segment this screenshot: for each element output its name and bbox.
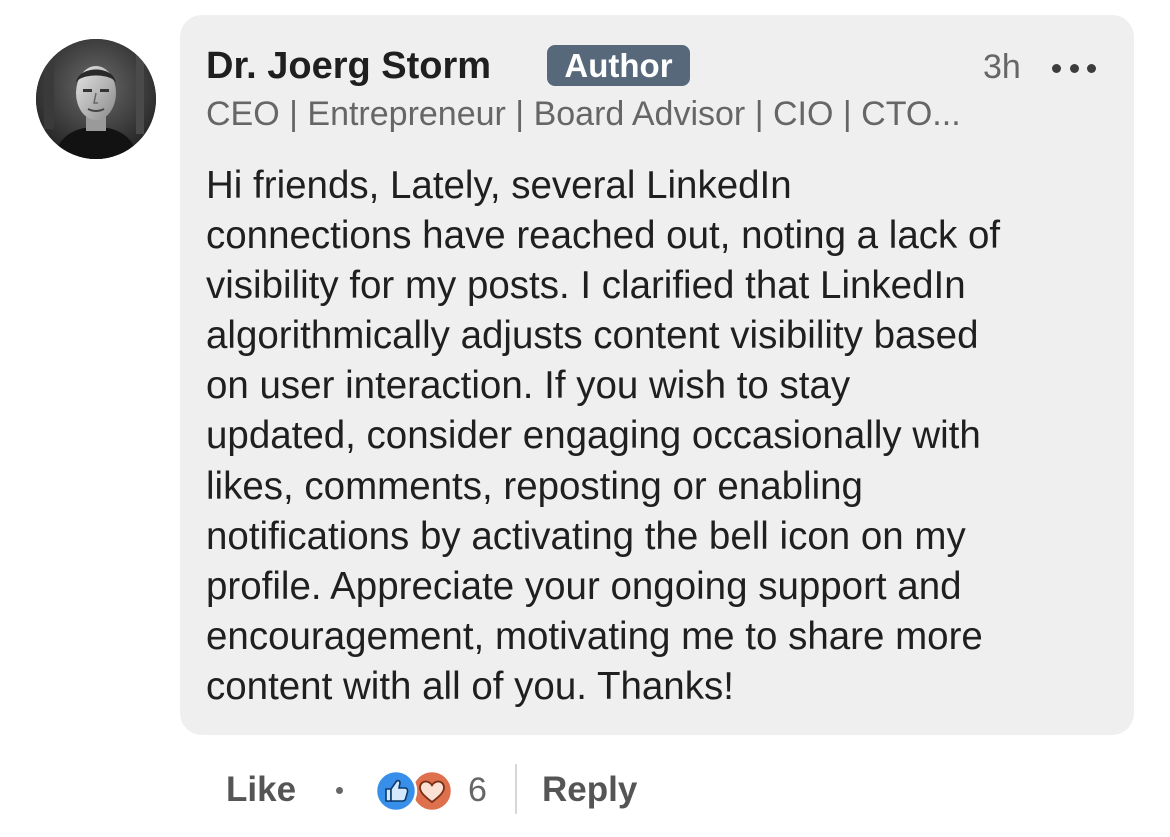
more-dot bbox=[1087, 63, 1096, 73]
comment-timestamp: 3h bbox=[983, 48, 1021, 86]
comment-body-line: connections have reached out, noting a l… bbox=[206, 214, 1001, 258]
comment-body-line: updated, consider engaging occasionally … bbox=[206, 414, 981, 458]
reactions-summary[interactable] bbox=[374, 769, 456, 813]
comment-body-line: visibility for my posts. I clarified tha… bbox=[206, 264, 966, 308]
reaction-count[interactable]: 6 bbox=[468, 770, 487, 810]
comment-body-line: on user interaction. If you wish to stay bbox=[206, 364, 851, 408]
comment-container: Dr. Joerg Storm Author 3h CEO | Entrepre… bbox=[0, 0, 1170, 837]
avatar-photo bbox=[36, 39, 156, 159]
separator-dot bbox=[336, 787, 343, 794]
more-dot bbox=[1052, 63, 1061, 73]
author-badge: Author bbox=[547, 45, 690, 86]
author-headline: CEO | Entrepreneur | Board Advisor | CIO… bbox=[206, 95, 961, 133]
comment-body-line: profile. Appreciate your ongoing support… bbox=[206, 564, 962, 608]
like-button[interactable]: Like bbox=[226, 770, 296, 810]
author-avatar[interactable] bbox=[36, 39, 156, 159]
actions-divider bbox=[515, 764, 517, 814]
comment-body: Hi friends, Lately, several LinkedIn con… bbox=[206, 161, 1126, 712]
comment-body-line: Hi friends, Lately, several LinkedIn bbox=[206, 164, 792, 207]
comment-body-line: content with all of you. Thanks! bbox=[206, 664, 734, 708]
more-options-icon[interactable] bbox=[1052, 56, 1096, 80]
comment-body-line: notifications by activating the bell ico… bbox=[206, 514, 966, 558]
reply-button[interactable]: Reply bbox=[542, 770, 637, 810]
comment-actions-bar: Like 6 Reply bbox=[226, 760, 926, 820]
like-reaction-icon bbox=[374, 769, 418, 813]
comment-body-line: encouragement, motivating me to share mo… bbox=[206, 614, 983, 658]
comment-body-line: likes, comments, reposting or enabling bbox=[206, 464, 863, 508]
more-dot bbox=[1069, 63, 1079, 73]
love-reaction-icon bbox=[410, 769, 454, 813]
author-name[interactable]: Dr. Joerg Storm bbox=[206, 44, 491, 88]
comment-body-line: algorithmically adjusts content visibili… bbox=[206, 314, 979, 358]
